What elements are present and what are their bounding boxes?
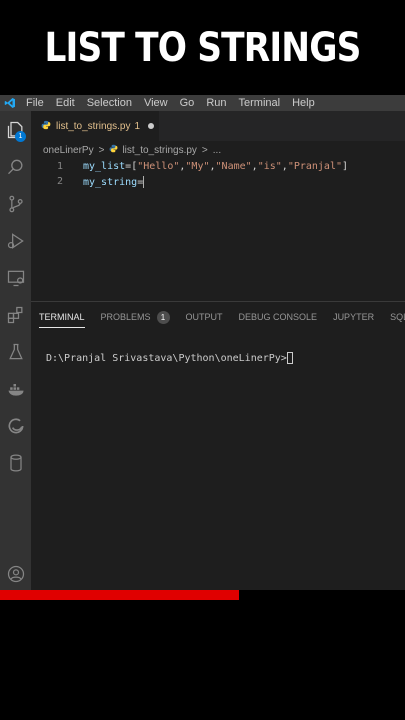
code-line[interactable]: 1 my_list=["Hello","My","Name","is","Pra… xyxy=(31,159,405,174)
breadcrumb-separator: > xyxy=(98,144,105,156)
bottom-panel: TERMINAL PROBLEMS 1 OUTPUT DEBUG CONSOLE… xyxy=(31,301,405,590)
docker-icon[interactable] xyxy=(0,374,31,404)
tab-problems[interactable]: PROBLEMS 1 xyxy=(93,302,178,332)
code-variable: my_list xyxy=(83,161,126,172)
explorer-badge: 1 xyxy=(15,131,26,142)
video-progress-fill xyxy=(0,590,239,600)
breadcrumb-separator: > xyxy=(201,144,208,156)
code-editor[interactable]: 1 my_list=["Hello","My","Name","is","Pra… xyxy=(31,159,405,301)
tab-label: list_to_strings.py xyxy=(56,120,131,132)
text-cursor xyxy=(143,175,145,188)
vscode-logo-icon xyxy=(0,95,20,111)
menu-run[interactable]: Run xyxy=(200,97,232,109)
terminal-cursor xyxy=(286,352,293,364)
testing-icon[interactable] xyxy=(0,337,31,367)
activity-bar: 1 xyxy=(0,111,31,590)
source-control-icon[interactable] xyxy=(0,189,31,219)
problems-count-badge: 1 xyxy=(156,310,170,324)
code-string: "is" xyxy=(257,161,282,172)
code-string: "Name" xyxy=(215,161,252,172)
menu-terminal[interactable]: Terminal xyxy=(233,97,287,109)
breadcrumb: oneLinerPy > list_to_strings.py > ... xyxy=(31,141,405,159)
tab-output[interactable]: OUTPUT xyxy=(178,302,231,332)
tab-problem-count: 1 xyxy=(134,120,141,132)
menu-edit[interactable]: Edit xyxy=(50,97,81,109)
panel-tabs: TERMINAL PROBLEMS 1 OUTPUT DEBUG CONSOLE… xyxy=(31,302,405,332)
code-text: my_list=["Hello","My","Name","is","Pranj… xyxy=(83,161,348,172)
tab-jupyter[interactable]: JUPYTER xyxy=(325,302,382,332)
remote-explorer-icon[interactable] xyxy=(0,263,31,293)
menu-bar: File Edit Selection View Go Run Terminal… xyxy=(0,95,405,111)
code-bracket: ] xyxy=(342,161,349,172)
vscode-window: File Edit Selection View Go Run Terminal… xyxy=(0,95,405,590)
tab-list-to-strings[interactable]: list_to_strings.py 1 xyxy=(31,111,159,141)
database-icon[interactable] xyxy=(0,448,31,478)
run-debug-icon[interactable] xyxy=(0,226,31,256)
code-string: "My" xyxy=(185,161,210,172)
menu-view[interactable]: View xyxy=(138,97,174,109)
breadcrumb-more[interactable]: ... xyxy=(213,145,221,156)
breadcrumb-folder[interactable]: oneLinerPy xyxy=(43,145,94,156)
tab-sql-console[interactable]: SQL CONS xyxy=(382,302,405,332)
code-string: "Pranjal" xyxy=(287,161,342,172)
video-headline: LIST TO STRINGS xyxy=(44,24,361,71)
python-file-icon xyxy=(109,144,118,156)
tab-debug-console[interactable]: DEBUG CONSOLE xyxy=(231,302,326,332)
search-icon[interactable] xyxy=(0,152,31,182)
menu-file[interactable]: File xyxy=(20,97,50,109)
menu-help[interactable]: Help xyxy=(286,97,321,109)
line-number: 1 xyxy=(56,161,63,172)
menu-selection[interactable]: Selection xyxy=(81,97,138,109)
code-line[interactable]: 2 my_string= xyxy=(31,174,405,189)
editor-tabs: list_to_strings.py 1 xyxy=(31,111,405,141)
terminal-prompt-line[interactable]: D:\Pranjal Srivastava\Python\oneLinerPy> xyxy=(46,352,293,364)
breadcrumb-file[interactable]: list_to_strings.py xyxy=(122,145,196,156)
account-icon[interactable] xyxy=(0,559,31,589)
video-progress-bar[interactable] xyxy=(0,590,405,600)
code-string: "Hello" xyxy=(137,161,180,172)
menu-go[interactable]: Go xyxy=(174,97,201,109)
explorer-icon[interactable]: 1 xyxy=(0,115,31,145)
tab-terminal[interactable]: TERMINAL xyxy=(31,302,93,332)
unsaved-dot-icon[interactable] xyxy=(148,123,155,129)
code-text: my_string= xyxy=(83,175,145,188)
tab-problems-label: PROBLEMS xyxy=(100,312,151,322)
terminal-prompt: D:\Pranjal Srivastava\Python\oneLinerPy> xyxy=(46,353,287,364)
python-file-icon xyxy=(41,120,51,133)
extensions-icon[interactable] xyxy=(0,300,31,330)
edge-devtools-icon[interactable] xyxy=(0,411,31,441)
line-number: 2 xyxy=(56,176,63,187)
code-variable: my_string xyxy=(83,176,138,188)
